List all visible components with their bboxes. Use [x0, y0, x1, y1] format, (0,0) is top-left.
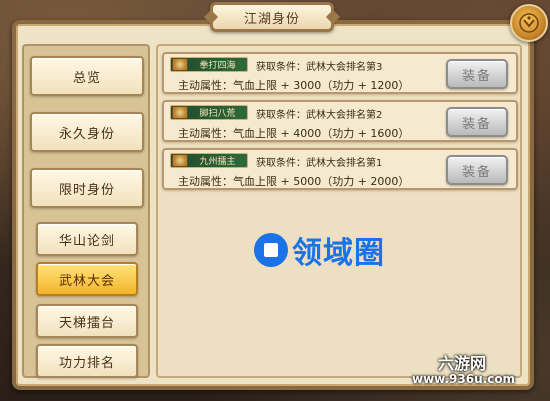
equip-button[interactable]: 装备 [446, 107, 508, 137]
equip-button-label: 装备 [461, 116, 492, 132]
identity-attribute: 主动属性：气血上限 + 5000（功力 + 2000） [178, 175, 410, 188]
title-emblem-icon [172, 106, 188, 119]
equip-button[interactable]: 装备 [446, 155, 508, 185]
window-title-text: 江湖身份 [243, 11, 300, 27]
window-title: 江湖身份 [210, 2, 334, 32]
brand-logo-icon [254, 233, 288, 267]
identity-badge: 脚扫八荒 [170, 105, 248, 120]
sidebar: 总览 永久身份 限时身份 华山论剑 武林大会 天梯擂台 功力排名 [22, 44, 150, 378]
site-name: 六游网 [438, 354, 487, 373]
watermark-brand: 领域圈 [292, 236, 385, 271]
sidebar-item-label: 武林大会 [58, 273, 115, 289]
close-button[interactable] [510, 4, 548, 42]
sidebar-item-permanent[interactable]: 永久身份 [30, 112, 144, 152]
identity-badge: 九州擂主 [170, 153, 248, 168]
sidebar-item-power-rank[interactable]: 功力排名 [36, 344, 138, 378]
title-emblem-icon [172, 154, 188, 167]
watermark: 领域圈 [254, 228, 385, 272]
sidebar-item-label: 华山论剑 [58, 233, 115, 249]
sidebar-item-label: 限时身份 [58, 182, 115, 198]
title-emblem-icon [172, 58, 188, 71]
identity-attribute: 主动属性：气血上限 + 3000（功力 + 1200） [178, 79, 410, 92]
sidebar-item-huashan[interactable]: 华山论剑 [36, 222, 138, 256]
sidebar-item-label: 永久身份 [58, 126, 115, 142]
identity-card: 脚扫八荒 获取条件：武林大会排名第2 主动属性：气血上限 + 4000（功力 +… [162, 100, 518, 142]
sidebar-item-overview[interactable]: 总览 [30, 56, 144, 96]
sidebar-item-wulin[interactable]: 武林大会 [36, 262, 138, 296]
equip-button[interactable]: 装备 [446, 59, 508, 89]
equip-button-label: 装备 [461, 164, 492, 180]
site-url: www.936u.com [412, 372, 516, 386]
sidebar-item-label: 总览 [72, 70, 101, 86]
identity-condition: 获取条件：武林大会排名第1 [256, 158, 383, 169]
identity-list: 拳打四海 获取条件：武林大会排名第3 主动属性：气血上限 + 3000（功力 +… [156, 44, 522, 378]
identity-card: 九州擂主 获取条件：武林大会排名第1 主动属性：气血上限 + 5000（功力 +… [162, 148, 518, 190]
identity-badge-text: 脚扫八荒 [199, 109, 236, 119]
identity-badge: 拳打四海 [170, 57, 248, 72]
equip-button-label: 装备 [461, 68, 492, 84]
identity-condition: 获取条件：武林大会排名第3 [256, 62, 383, 73]
identity-badge-text: 九州擂主 [199, 157, 236, 167]
sidebar-item-label: 天梯擂台 [58, 315, 115, 331]
sidebar-item-limited[interactable]: 限时身份 [30, 168, 144, 208]
identity-attribute: 主动属性：气血上限 + 4000（功力 + 1600） [178, 127, 410, 140]
identity-condition: 获取条件：武林大会排名第2 [256, 110, 383, 121]
identity-card: 拳打四海 获取条件：武林大会排名第3 主动属性：气血上限 + 3000（功力 +… [162, 52, 518, 94]
close-emblem-icon [519, 13, 539, 33]
sidebar-item-label: 功力排名 [58, 355, 115, 371]
sidebar-item-ladder[interactable]: 天梯擂台 [36, 304, 138, 338]
identity-badge-text: 拳打四海 [199, 61, 236, 71]
